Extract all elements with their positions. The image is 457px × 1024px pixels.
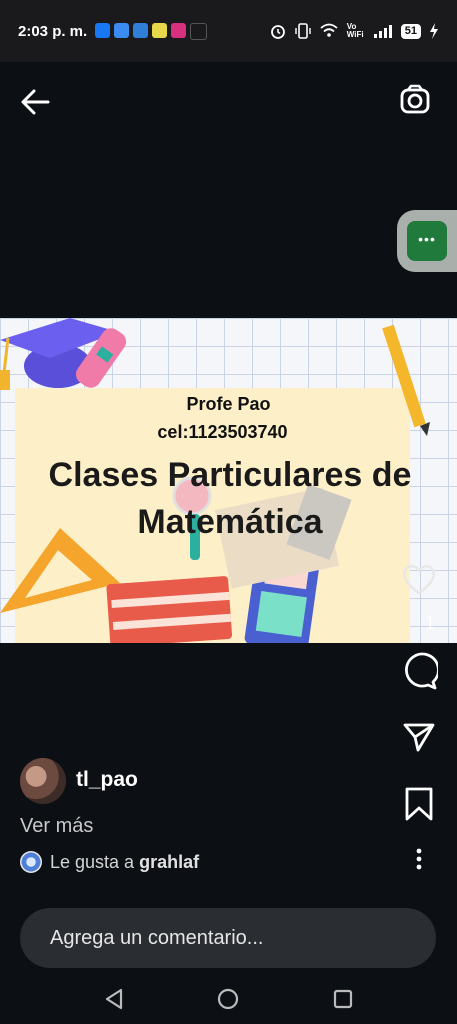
bookmark-icon [405,787,433,821]
pencil-icon [382,324,430,436]
see-more-link[interactable]: Ver más [20,815,93,838]
contacts-icon [133,22,149,38]
arrow-left-icon[interactable] [18,84,54,120]
floating-chat-bubble[interactable]: ••• [397,210,457,272]
battery-level: 51 [400,23,421,39]
flyer-phone: cel:1123503740 [157,422,288,442]
system-nav-bar [0,972,457,1024]
flyer-teacher-name: Profe Pao [186,394,271,414]
like-button[interactable] [398,558,440,600]
comment-input[interactable]: Agrega un comentario... [20,908,436,968]
liked-by-prefix: Le gusta a [50,851,135,872]
heart-icon [403,564,435,595]
alarm-icon [270,25,285,39]
wifi-icon [320,23,338,37]
like-count: 1 [425,613,436,633]
send-icon [403,723,435,752]
instagram-icon [171,22,187,38]
facebook-icon [95,22,111,38]
share-button[interactable] [398,716,440,758]
liked-by-user: grahlaf [139,851,200,872]
recents-square-icon[interactable] [330,986,356,1012]
status-bar: 2:03 p. m. Vo WiFi 51 [0,0,457,62]
toolbox-icon [152,22,168,38]
system-icons: Vo WiFi 51 [269,22,439,40]
network-label: Vo WiFi [346,22,364,39]
charging-icon [430,23,438,39]
vibrate-icon [295,23,311,39]
liked-by-row[interactable]: Le gusta a grahlaf [20,851,199,873]
author-username[interactable]: tl_pao [76,768,138,792]
tiktok-icon [190,22,208,40]
comment-bubble-icon [405,652,438,690]
back-triangle-icon[interactable] [101,986,127,1012]
messenger-icon [114,22,130,38]
chat-bubble-icon: ••• [407,221,447,261]
save-button[interactable] [398,783,440,825]
more-options-icon[interactable] [406,846,432,872]
status-time: 2:03 p. m. [18,22,88,40]
notification-icons [95,22,208,40]
home-circle-icon[interactable] [215,986,241,1012]
flyer-title: Clases Particulares de Matemática [48,456,412,541]
comment-button[interactable] [398,650,440,692]
book-stack-icon [106,576,233,643]
camera-icon[interactable] [398,82,434,118]
top-bar [0,62,457,142]
comment-placeholder: Agrega un comentario... [50,926,264,949]
liker-avatar [20,851,42,873]
author-avatar[interactable] [20,758,66,804]
signal-icon [373,25,392,38]
